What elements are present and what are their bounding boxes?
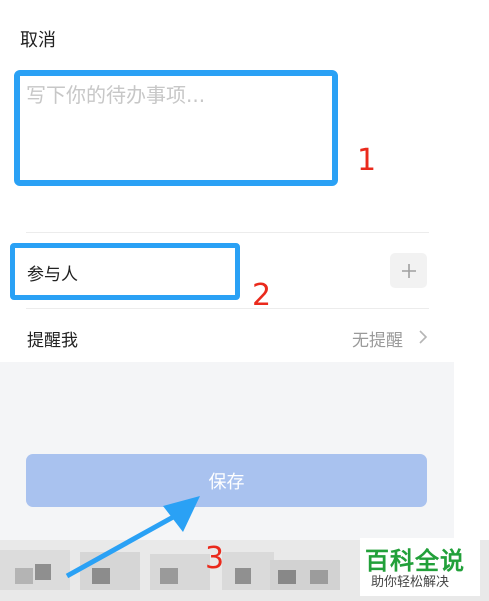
reminder-label[interactable]: 提醒我 [27, 326, 78, 351]
todo-input-highlight [14, 70, 338, 186]
divider [26, 232, 429, 233]
add-participant-button[interactable] [390, 253, 427, 288]
annotation-number-1: 1 [357, 143, 377, 178]
watermark-subtitle: 助你轻松解决 [371, 575, 450, 590]
participants-label: 参与人 [27, 265, 78, 285]
chevron-right-icon[interactable] [417, 327, 429, 347]
todo-input[interactable] [26, 82, 322, 170]
cancel-button[interactable]: 取消 [20, 26, 56, 52]
participants-row[interactable]: 参与人 [10, 243, 240, 300]
arrow-annotation-icon [65, 496, 200, 579]
reminder-value[interactable]: 无提醒 [352, 326, 403, 351]
divider [26, 308, 429, 309]
plus-icon [401, 263, 416, 278]
annotation-number-3: 3 [205, 541, 225, 576]
